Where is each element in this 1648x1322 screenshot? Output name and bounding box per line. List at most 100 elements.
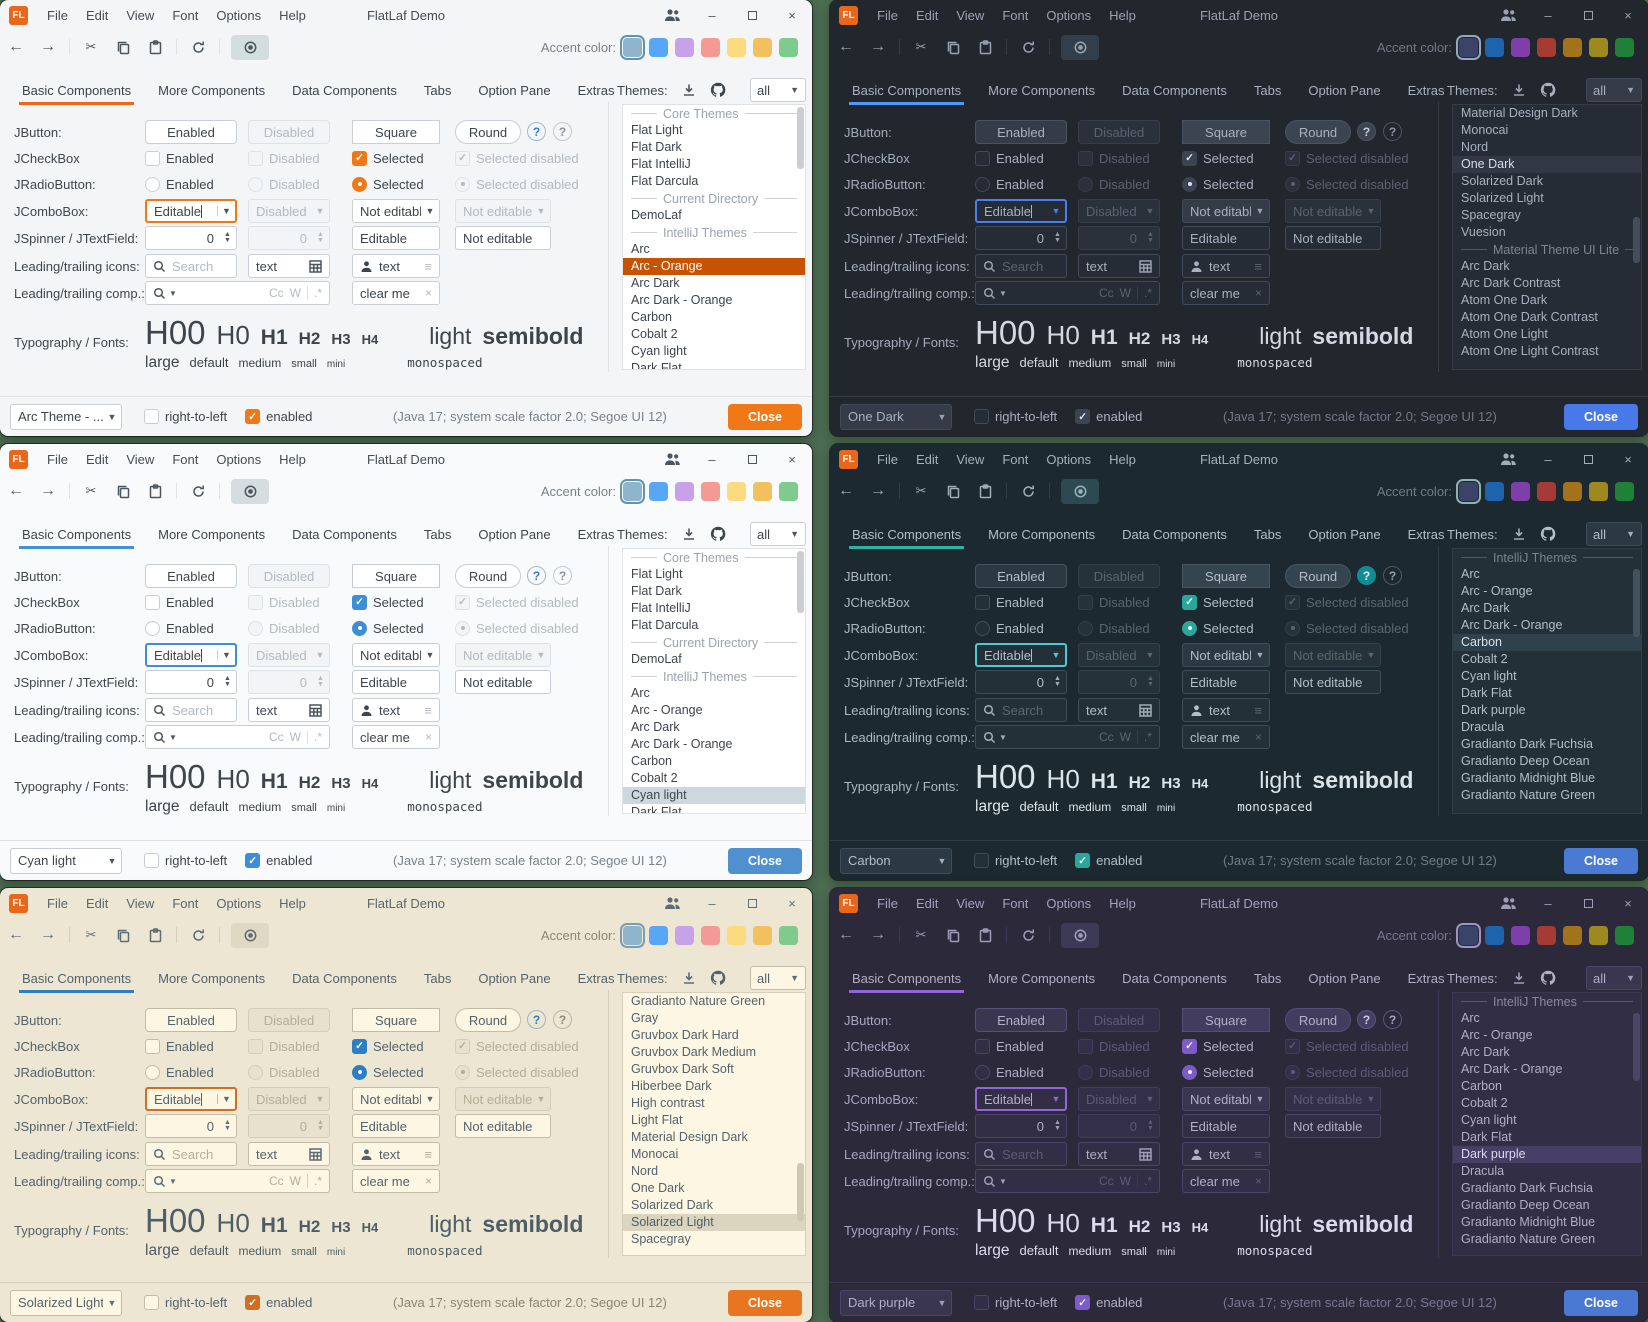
theme-list-item[interactable]: Atom One Light: [1453, 326, 1641, 343]
chevron-down-icon[interactable]: ▼: [169, 1177, 177, 1186]
clear-icon[interactable]: ×: [425, 1174, 432, 1188]
theme-list-item[interactable]: Atom One Dark Contrast: [1453, 309, 1641, 326]
tab-data-components[interactable]: Data Components: [1122, 76, 1227, 104]
accent-swatch[interactable]: [753, 926, 772, 945]
theme-list-item[interactable]: Cobalt 2: [623, 326, 805, 343]
accent-swatch[interactable]: [1511, 482, 1530, 501]
combobox-editable[interactable]: Editable▼: [145, 643, 237, 667]
back-icon[interactable]: ←: [0, 483, 32, 499]
cut-icon[interactable]: ✂: [905, 39, 937, 55]
tab-basic-components[interactable]: Basic Components: [852, 964, 961, 992]
menu-file[interactable]: File: [868, 896, 907, 911]
menu-help[interactable]: Help: [1100, 452, 1145, 467]
menu-options[interactable]: Options: [1037, 896, 1100, 911]
minimize-button[interactable]: –: [1528, 888, 1568, 918]
radio-selected[interactable]: Selected: [352, 1060, 440, 1084]
chevron-down-icon[interactable]: ▼: [999, 733, 1007, 742]
checkbox-selected[interactable]: ✓Selected: [352, 590, 440, 614]
theme-select-combobox[interactable]: Arc Theme - ... ▼: [10, 404, 122, 430]
tab-basic-components[interactable]: Basic Components: [22, 964, 131, 992]
accent-swatch[interactable]: [649, 926, 668, 945]
theme-list-item[interactable]: Gradianto Midnight Blue: [1453, 770, 1641, 787]
chevron-down-icon[interactable]: ▼: [1251, 650, 1269, 660]
accent-swatch-selected[interactable]: [1459, 926, 1478, 945]
theme-list-item[interactable]: Cyan light: [623, 343, 805, 360]
users-icon[interactable]: [652, 0, 692, 30]
menu-help[interactable]: Help: [1100, 8, 1145, 23]
download-icon[interactable]: [682, 83, 696, 97]
radio-selected[interactable]: Selected: [1182, 1060, 1270, 1084]
copy-icon[interactable]: [107, 40, 139, 55]
radio-enabled[interactable]: Enabled: [145, 616, 237, 640]
theme-select-combobox[interactable]: Cyan light ▼: [10, 848, 122, 874]
maximize-button[interactable]: [732, 0, 772, 30]
chevron-down-icon[interactable]: ▼: [1047, 206, 1065, 216]
text-input-calendar[interactable]: text: [1078, 698, 1160, 722]
spinner-arrows-icon[interactable]: ▲▼: [219, 232, 236, 245]
chevron-down-icon[interactable]: ▼: [1047, 650, 1065, 660]
menu-edit[interactable]: Edit: [907, 8, 947, 23]
regex-icon[interactable]: .*: [1144, 286, 1152, 300]
search-with-options-input[interactable]: ▼ Cc W .*: [975, 1169, 1160, 1193]
close-window-button[interactable]: ×: [1608, 0, 1648, 30]
tab-extras[interactable]: Extras: [1408, 964, 1445, 992]
whole-words-icon[interactable]: W: [1120, 1174, 1131, 1188]
accent-swatch[interactable]: [1485, 926, 1504, 945]
accent-swatch[interactable]: [701, 482, 720, 501]
accent-swatch[interactable]: [727, 482, 746, 501]
refresh-icon[interactable]: [182, 40, 214, 55]
menu-view[interactable]: View: [117, 8, 163, 23]
enabled-button[interactable]: Enabled: [145, 120, 237, 144]
tab-option-pane[interactable]: Option Pane: [478, 520, 550, 548]
menu-help[interactable]: Help: [270, 452, 315, 467]
cut-icon[interactable]: ✂: [905, 483, 937, 499]
forward-icon[interactable]: →: [862, 927, 894, 943]
menu-options[interactable]: Options: [1037, 8, 1100, 23]
accent-swatch[interactable]: [649, 482, 668, 501]
help-button-primary[interactable]: ?: [1357, 1010, 1376, 1029]
tab-tabs[interactable]: Tabs: [1254, 76, 1281, 104]
cut-icon[interactable]: ✂: [905, 927, 937, 943]
download-icon[interactable]: [682, 971, 696, 985]
users-icon[interactable]: [652, 888, 692, 918]
github-icon[interactable]: [1540, 970, 1556, 986]
textfield-editable[interactable]: Editable: [352, 670, 440, 694]
textfield-not-editable[interactable]: Not editable: [1285, 226, 1381, 250]
paste-icon[interactable]: [139, 40, 171, 55]
menu-font[interactable]: Font: [163, 452, 207, 467]
square-button[interactable]: Square: [1182, 564, 1270, 588]
accent-swatch[interactable]: [727, 926, 746, 945]
radio-enabled[interactable]: Enabled: [975, 616, 1067, 640]
textfield-editable[interactable]: Editable: [1182, 226, 1270, 250]
tab-data-components[interactable]: Data Components: [292, 964, 397, 992]
tab-tabs[interactable]: Tabs: [424, 520, 451, 548]
github-icon[interactable]: [710, 526, 726, 542]
search-input[interactable]: Search: [975, 698, 1067, 722]
theme-list-item-selected[interactable]: Solarized Light: [623, 1214, 805, 1231]
textfield-editable[interactable]: Editable: [1182, 1114, 1270, 1138]
menu-edit[interactable]: Edit: [907, 452, 947, 467]
text-input-calendar[interactable]: text: [248, 1142, 330, 1166]
search-with-options-input[interactable]: ▼ Cc W .*: [145, 281, 330, 305]
menu-file[interactable]: File: [38, 452, 77, 467]
download-icon[interactable]: [1512, 527, 1526, 541]
cut-icon[interactable]: ✂: [75, 39, 107, 55]
combobox-not-editable[interactable]: Not editable▼: [352, 1087, 440, 1111]
right-to-left-checkbox[interactable]: right-to-left: [144, 853, 227, 868]
combobox-not-editable[interactable]: Not editable▼: [352, 199, 440, 223]
textfield-editable[interactable]: Editable: [1182, 670, 1270, 694]
combobox-editable[interactable]: Editable▼: [975, 643, 1067, 667]
accent-swatch[interactable]: [1615, 482, 1634, 501]
tab-extras[interactable]: Extras: [578, 76, 615, 104]
accent-swatch[interactable]: [1485, 38, 1504, 57]
tab-data-components[interactable]: Data Components: [1122, 520, 1227, 548]
clear-icon[interactable]: ×: [1255, 730, 1262, 744]
accent-swatch[interactable]: [1563, 926, 1582, 945]
chevron-down-icon[interactable]: ▼: [169, 733, 177, 742]
spinner-field[interactable]: 0▲▼: [145, 1114, 237, 1138]
chevron-down-icon[interactable]: ▼: [421, 650, 439, 660]
refresh-icon[interactable]: [1012, 484, 1044, 499]
enabled-button[interactable]: Enabled: [975, 1008, 1067, 1032]
themes-filter-select[interactable]: all ▼: [1586, 78, 1642, 102]
search-input[interactable]: Search: [975, 254, 1067, 278]
